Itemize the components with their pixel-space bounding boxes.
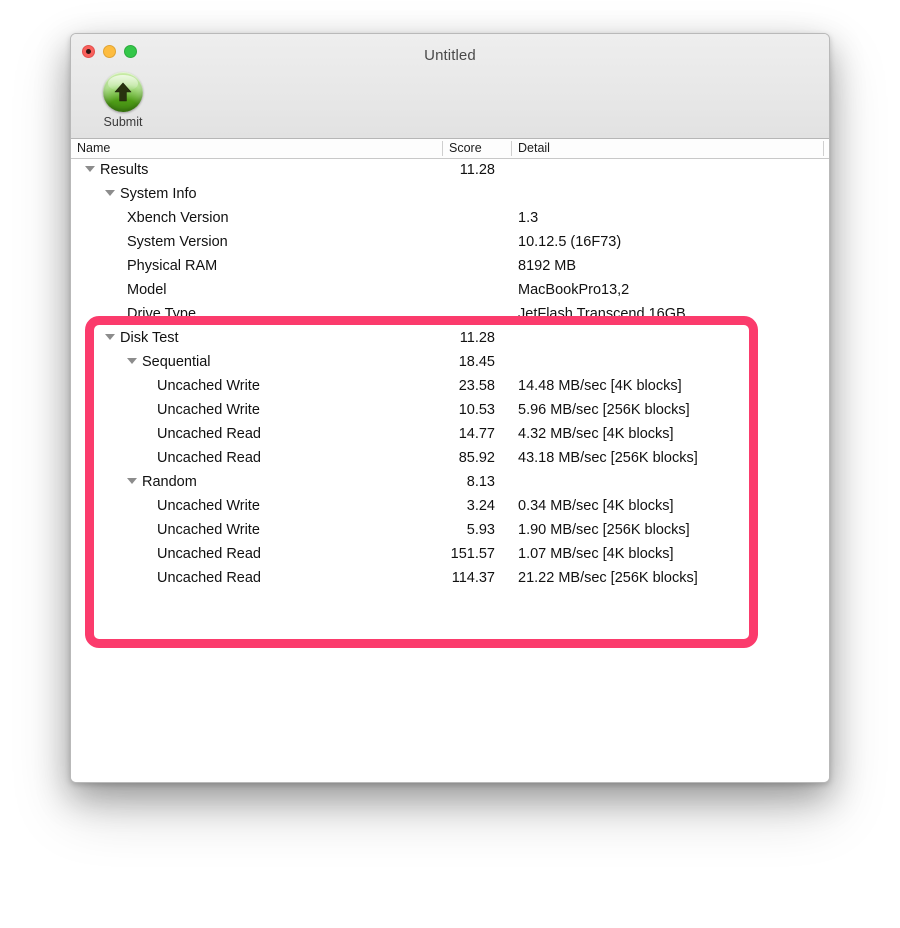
row-score-cell: 3.24 <box>466 498 495 514</box>
row-name-label: Uncached Write <box>157 498 260 514</box>
row-name-cell: Uncached Write <box>157 498 260 514</box>
row-name-label: Uncached Read <box>157 570 261 586</box>
window-titlebar: Untitled Submit <box>71 34 829 139</box>
row-score-cell: 11.28 <box>459 162 495 178</box>
upload-arrow-icon <box>103 72 143 112</box>
table-row[interactable]: Uncached Write 23.58 14.48 MB/sec [4K bloc… <box>71 375 829 399</box>
row-score-cell: 18.45 <box>458 354 495 370</box>
table-row[interactable]: Uncached Read 151.57 1.07 MB/sec [4K block… <box>71 543 829 567</box>
row-score-cell: 14.77 <box>458 426 495 442</box>
window-title: Untitled <box>424 47 476 64</box>
column-header-detail[interactable]: Detail <box>518 141 550 155</box>
row-score-cell: 5.93 <box>466 522 495 538</box>
row-name-cell: Sequential <box>127 354 211 370</box>
row-name-cell: Uncached Read <box>157 450 261 466</box>
row-name-label: Uncached Write <box>157 402 260 418</box>
disclosure-triangle-down-icon[interactable] <box>105 334 115 341</box>
row-detail-cell: 0.34 MB/sec [4K blocks] <box>518 498 674 514</box>
row-name-label: Drive Type <box>127 306 197 322</box>
row-detail-cell: 21.22 MB/sec [256K blocks] <box>518 570 698 586</box>
row-name-label: Xbench Version <box>127 210 229 226</box>
row-score-cell: 114.37 <box>451 570 495 586</box>
table-row[interactable]: Sequential 18.45 <box>71 351 829 375</box>
row-name-cell: Uncached Read <box>157 570 261 586</box>
row-detail-cell: 8192 MB <box>518 258 577 274</box>
row-detail-cell: JetFlash Transcend 16GB <box>518 306 686 322</box>
row-detail-cell: MacBookPro13,2 <box>518 282 630 298</box>
row-name-cell: Physical RAM <box>127 258 217 274</box>
results-tree-table[interactable]: Results 11.28 System Info Xbench Version 1.3… <box>71 159 829 782</box>
row-score-cell: 23.58 <box>458 378 495 394</box>
table-row[interactable]: System Version 10.12.5 (16F73) <box>71 231 829 255</box>
table-row[interactable]: Uncached Read 14.77 4.32 MB/sec [4K blocks… <box>71 423 829 447</box>
row-detail-cell: 1.07 MB/sec [4K blocks] <box>518 546 674 562</box>
table-row[interactable]: Random 8.13 <box>71 471 829 495</box>
row-name-cell: Model <box>127 282 167 298</box>
toolbar: Submit <box>89 72 157 129</box>
row-name-label: Uncached Write <box>157 378 260 394</box>
row-detail-cell: 1.90 MB/sec [256K blocks] <box>518 522 690 538</box>
row-detail-cell: 4.32 MB/sec [4K blocks] <box>518 426 674 442</box>
row-name-label: System Info <box>120 186 197 202</box>
table-row[interactable]: Uncached Read 114.37 21.22 MB/sec [256K bl… <box>71 567 829 591</box>
row-name-cell: Uncached Write <box>157 522 260 538</box>
disclosure-triangle-down-icon[interactable] <box>105 190 115 197</box>
row-name-label: Model <box>127 282 167 298</box>
row-name-cell: Uncached Read <box>157 426 261 442</box>
row-score-cell: 151.57 <box>450 546 495 562</box>
row-name-label: Disk Test <box>120 330 179 346</box>
row-detail-cell: 14.48 MB/sec [4K blocks] <box>518 378 682 394</box>
row-detail-cell: 10.12.5 (16F73) <box>518 234 622 250</box>
row-name-label: Random <box>142 474 197 490</box>
table-row[interactable]: Drive Type JetFlash Transcend 16GB <box>71 303 829 327</box>
row-detail-cell: 5.96 MB/sec [256K blocks] <box>518 402 690 418</box>
row-name-label: Results <box>100 162 149 178</box>
row-name-cell: Uncached Write <box>157 402 260 418</box>
column-divider-2[interactable] <box>511 141 512 156</box>
row-name-label: Uncached Read <box>157 546 261 562</box>
table-row[interactable]: System Info <box>71 183 829 207</box>
row-name-label: Uncached Write <box>157 522 260 538</box>
row-name-cell: Drive Type <box>127 306 196 322</box>
row-name-cell: Disk Test <box>105 330 179 346</box>
submit-button-label: Submit <box>103 115 143 129</box>
table-row[interactable]: Disk Test 11.28 <box>71 327 829 351</box>
table-row[interactable]: Xbench Version 1.3 <box>71 207 829 231</box>
table-row[interactable]: Uncached Write 3.24 0.34 MB/sec [4K blocks… <box>71 495 829 519</box>
application-window: Untitled Submit Name Score Detail Result… <box>70 33 830 783</box>
row-name-label: Sequential <box>142 354 211 370</box>
disclosure-triangle-down-icon[interactable] <box>127 478 137 485</box>
row-score-cell: 85.92 <box>458 450 495 466</box>
column-divider-3[interactable] <box>823 141 824 156</box>
row-detail-cell: 1.3 <box>518 210 539 226</box>
row-name-label: Uncached Read <box>157 450 261 466</box>
submit-button[interactable]: Submit <box>89 72 157 129</box>
row-name-cell: System Info <box>105 186 197 202</box>
row-score-cell: 8.13 <box>466 474 495 490</box>
disclosure-triangle-down-icon[interactable] <box>85 166 95 173</box>
table-row[interactable]: Uncached Write 10.53 5.96 MB/sec [256K blo… <box>71 399 829 423</box>
table-row[interactable]: Uncached Write 5.93 1.90 MB/sec [256K bloc… <box>71 519 829 543</box>
disclosure-triangle-down-icon[interactable] <box>127 358 137 365</box>
row-name-cell: Uncached Read <box>157 546 261 562</box>
row-name-cell: Uncached Write <box>157 378 260 394</box>
table-row[interactable]: Model MacBookPro13,2 <box>71 279 829 303</box>
row-name-cell: Random <box>127 474 197 490</box>
column-header-name[interactable]: Name <box>77 141 110 155</box>
table-row[interactable]: Physical RAM 8192 MB <box>71 255 829 279</box>
table-row[interactable]: Results 11.28 <box>71 159 829 183</box>
row-name-cell: Xbench Version <box>127 210 229 226</box>
row-name-label: Uncached Read <box>157 426 261 442</box>
row-name-label: Physical RAM <box>127 258 218 274</box>
column-divider-1[interactable] <box>442 141 443 156</box>
table-row[interactable]: Uncached Read 85.92 43.18 MB/sec [256K blo… <box>71 447 829 471</box>
table-column-headers: Name Score Detail <box>71 139 829 159</box>
column-header-score[interactable]: Score <box>449 141 482 155</box>
row-score-cell: 11.28 <box>459 330 495 346</box>
row-name-cell: Results <box>85 162 148 178</box>
row-name-cell: System Version <box>127 234 228 250</box>
row-detail-cell: 43.18 MB/sec [256K blocks] <box>518 450 698 466</box>
row-score-cell: 10.53 <box>458 402 495 418</box>
row-name-label: System Version <box>127 234 228 250</box>
